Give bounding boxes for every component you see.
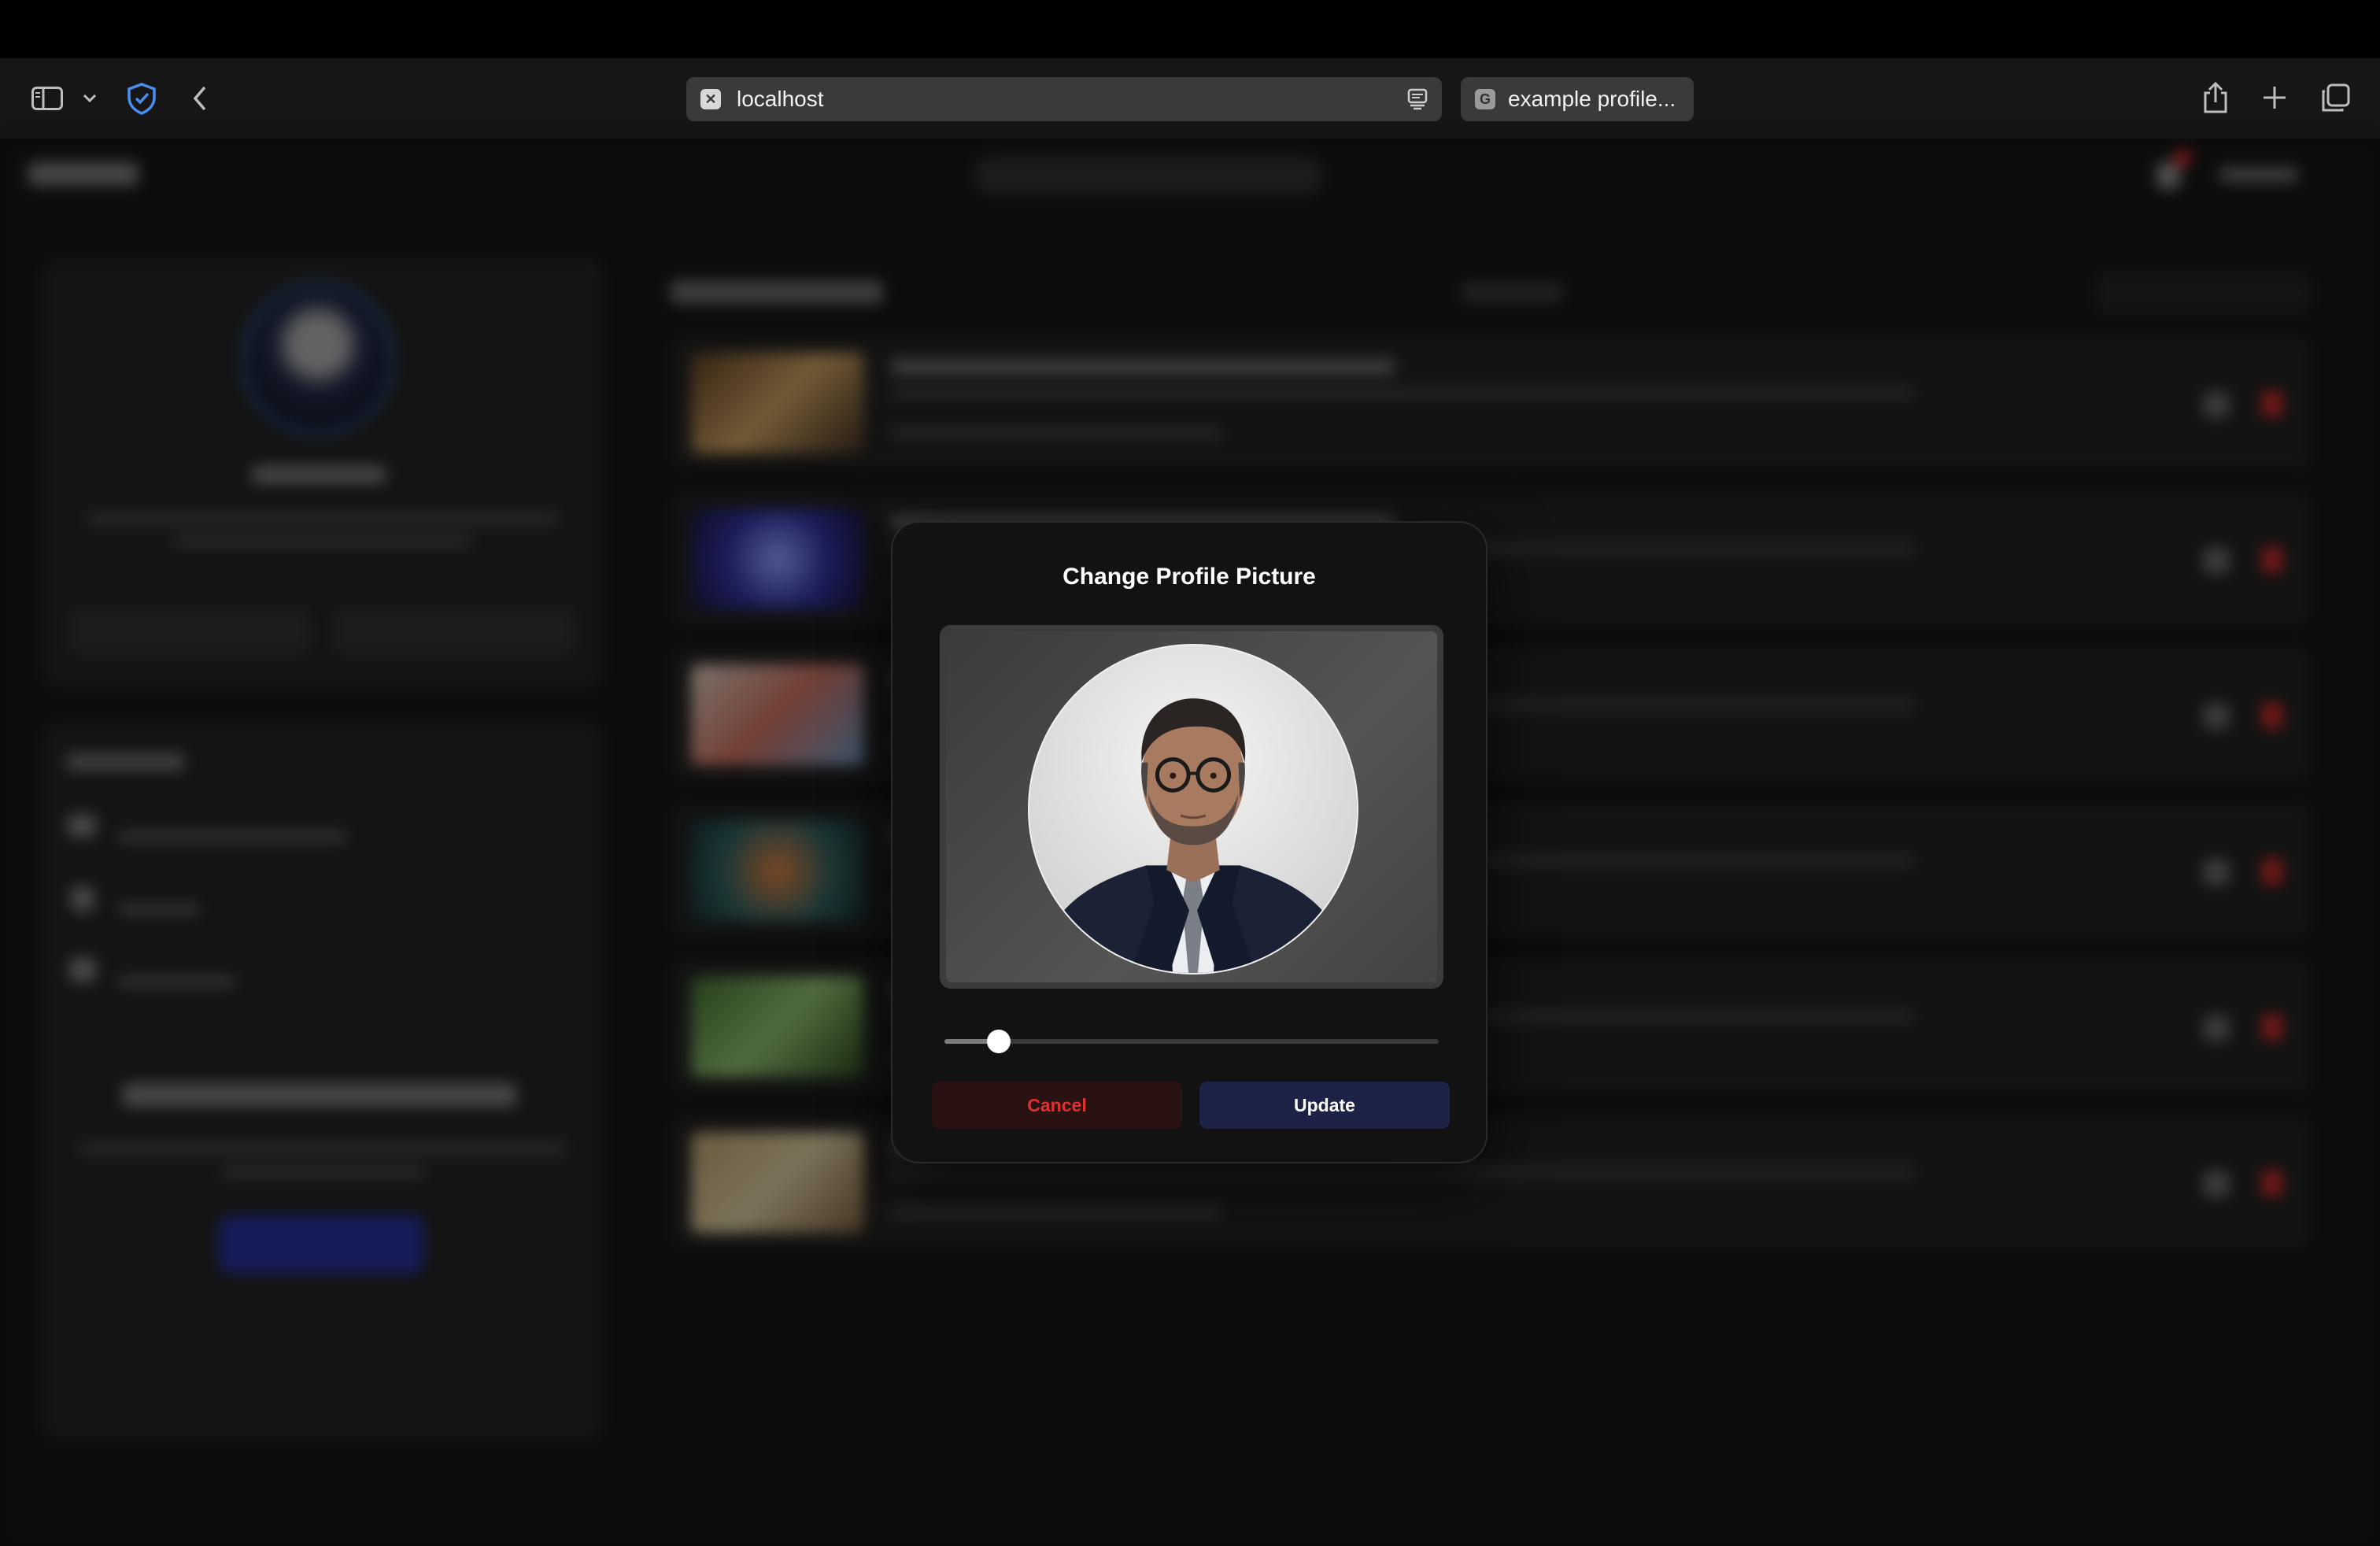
modal-title: Change Profile Picture [1062,564,1316,590]
profile-photo [1037,698,1350,973]
url-text: localhost [737,87,824,111]
quiz-row [671,335,2312,469]
change-profile-picture-modal: Change Profile Picture Cancel Update [891,521,1488,1163]
profile-avatar [241,282,395,436]
shield-check-icon[interactable] [126,82,157,115]
notification-badge [2174,150,2191,167]
tab-overview-icon[interactable] [2320,83,2350,113]
cancel-button[interactable]: Cancel [932,1082,1182,1129]
crop-canvas[interactable] [946,631,1437,982]
tab-example-profile[interactable]: G example profile... [1461,77,1694,121]
x-icon: ✕ [700,89,721,109]
my-quizzes-heading [671,280,883,304]
filter-select [2094,271,2312,315]
tab-title: example profile... [1508,87,1676,111]
profile-bio-2 [173,535,472,546]
background-search-bar [973,156,1324,195]
basic-info-heading [66,753,184,771]
bell-icon [2156,162,2180,189]
zoom-slider[interactable] [944,1030,1439,1053]
sidebar-toggle-icon[interactable] [31,87,63,110]
google-favicon-icon: G [1475,89,1495,109]
image-crop-area[interactable] [940,625,1443,989]
zoom-slider-track [944,1039,1439,1044]
create-quiz-text-2 [220,1167,425,1178]
user-menu [2219,167,2298,183]
chevron-down-icon[interactable] [82,93,98,104]
back-arrow-icon[interactable] [192,85,208,112]
following-button [332,608,576,655]
create-quiz-heading [123,1083,516,1107]
window-titlebar [0,0,2380,58]
new-tab-plus-icon[interactable] [2262,85,2287,110]
pagination [1461,282,1563,302]
joined-value [118,976,236,987]
user-icon [71,886,94,912]
crop-circle[interactable] [1028,644,1358,975]
mail-icon [68,814,96,838]
profile-username [252,466,386,483]
username-value [118,904,200,915]
address-bar[interactable]: ✕ localhost [686,77,1442,121]
share-icon[interactable] [2202,82,2229,113]
calendar-icon [69,957,96,982]
create-quiz-text [79,1143,567,1154]
zoom-slider-thumb[interactable] [987,1030,1011,1053]
followers-button [68,608,312,655]
create-quiz-button [219,1215,423,1274]
profile-bio [87,513,559,524]
email-value [118,831,346,842]
reader-mode-icon[interactable] [1407,88,1428,114]
update-button[interactable]: Update [1199,1082,1450,1129]
app-logo [28,162,139,186]
